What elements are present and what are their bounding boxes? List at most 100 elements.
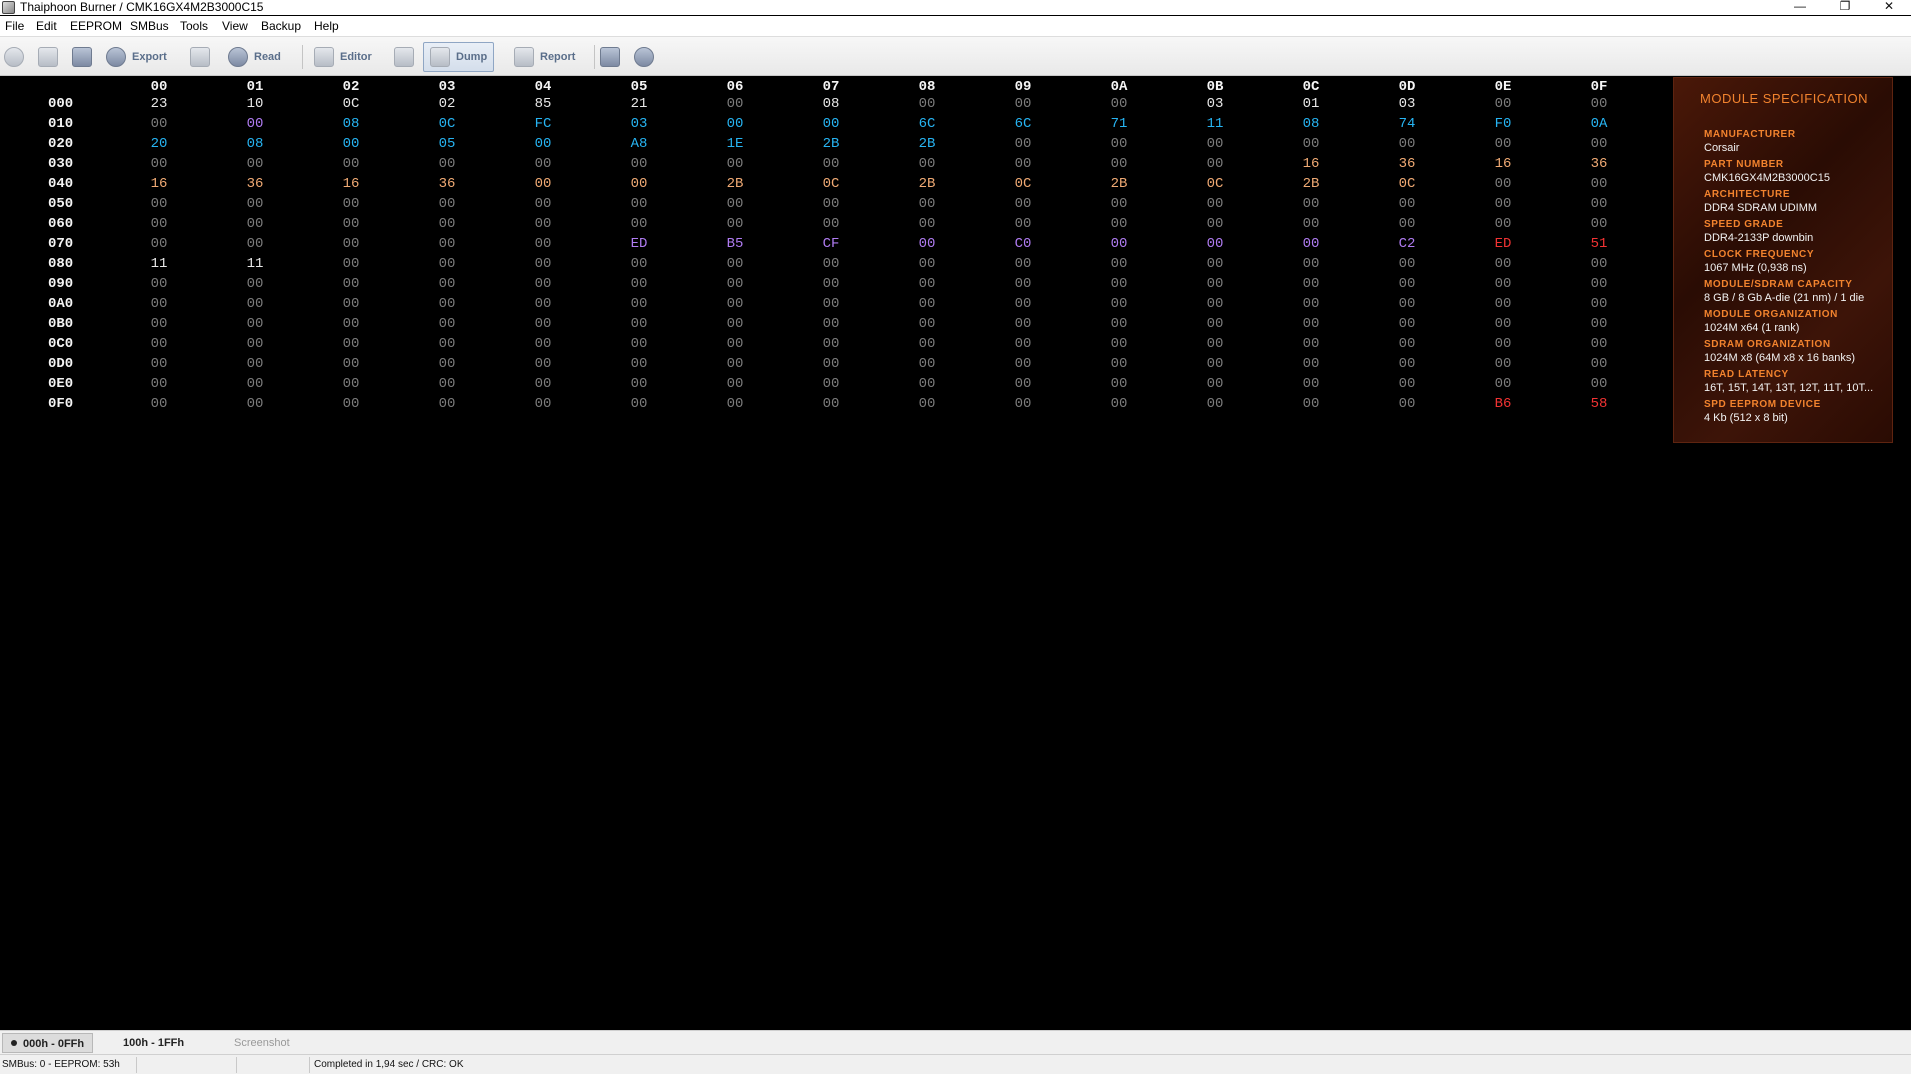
byte-cell[interactable]: 00 xyxy=(427,256,467,272)
byte-cell[interactable]: 00 xyxy=(1291,136,1331,152)
byte-cell[interactable]: 00 xyxy=(811,216,851,232)
byte-cell[interactable]: 00 xyxy=(1579,336,1619,352)
byte-cell[interactable]: 16 xyxy=(1483,156,1523,172)
byte-cell[interactable]: 00 xyxy=(331,196,371,212)
byte-cell[interactable]: 00 xyxy=(619,256,659,272)
byte-cell[interactable]: 00 xyxy=(235,236,275,252)
byte-cell[interactable]: 08 xyxy=(235,136,275,152)
byte-cell[interactable]: 00 xyxy=(715,376,755,392)
byte-cell[interactable]: 00 xyxy=(1291,196,1331,212)
byte-cell[interactable]: 00 xyxy=(907,376,947,392)
byte-cell[interactable]: 00 xyxy=(523,156,563,172)
byte-cell[interactable]: 00 xyxy=(523,196,563,212)
byte-cell[interactable]: 00 xyxy=(523,256,563,272)
byte-cell[interactable]: ED xyxy=(1483,236,1523,252)
lock-button[interactable] xyxy=(190,42,216,72)
byte-cell[interactable]: 00 xyxy=(1003,136,1043,152)
byte-cell[interactable]: 00 xyxy=(427,316,467,332)
menu-help[interactable]: Help xyxy=(314,19,339,33)
byte-cell[interactable]: 00 xyxy=(139,396,179,412)
byte-cell[interactable]: 00 xyxy=(1003,276,1043,292)
byte-cell[interactable]: 0C xyxy=(1003,176,1043,192)
byte-cell[interactable]: 00 xyxy=(619,316,659,332)
byte-cell[interactable]: 2B xyxy=(907,136,947,152)
export-button[interactable]: Export xyxy=(106,42,167,72)
byte-cell[interactable]: 00 xyxy=(811,196,851,212)
byte-cell[interactable]: 00 xyxy=(1483,176,1523,192)
byte-cell[interactable]: 00 xyxy=(427,356,467,372)
byte-cell[interactable]: 00 xyxy=(811,276,851,292)
byte-cell[interactable]: 00 xyxy=(715,216,755,232)
byte-cell[interactable]: 00 xyxy=(1099,296,1139,312)
byte-cell[interactable]: 10 xyxy=(235,96,275,112)
byte-cell[interactable]: F0 xyxy=(1483,116,1523,132)
byte-cell[interactable]: 00 xyxy=(811,356,851,372)
byte-cell[interactable]: 00 xyxy=(715,156,755,172)
byte-cell[interactable]: 00 xyxy=(139,196,179,212)
byte-cell[interactable]: 00 xyxy=(523,396,563,412)
byte-cell[interactable]: 00 xyxy=(1195,396,1235,412)
byte-cell[interactable]: 00 xyxy=(523,376,563,392)
byte-cell[interactable]: 03 xyxy=(619,116,659,132)
byte-cell[interactable]: 00 xyxy=(523,276,563,292)
byte-cell[interactable]: 36 xyxy=(235,176,275,192)
byte-cell[interactable]: 1E xyxy=(715,136,755,152)
byte-cell[interactable]: 00 xyxy=(1003,336,1043,352)
byte-cell[interactable]: 00 xyxy=(331,336,371,352)
byte-cell[interactable]: 00 xyxy=(1195,336,1235,352)
byte-cell[interactable]: 00 xyxy=(1099,336,1139,352)
byte-cell[interactable]: 00 xyxy=(1483,256,1523,272)
byte-cell[interactable]: 00 xyxy=(1579,196,1619,212)
byte-cell[interactable]: 08 xyxy=(1291,116,1331,132)
byte-cell[interactable]: 00 xyxy=(427,376,467,392)
byte-cell[interactable]: 00 xyxy=(811,376,851,392)
byte-cell[interactable]: 2B xyxy=(1291,176,1331,192)
tools-button[interactable] xyxy=(394,42,420,72)
byte-cell[interactable]: 00 xyxy=(331,256,371,272)
byte-cell[interactable]: 00 xyxy=(331,156,371,172)
menu-smbus[interactable]: SMBus xyxy=(130,19,169,33)
byte-cell[interactable]: 21 xyxy=(619,96,659,112)
byte-cell[interactable]: 00 xyxy=(1099,96,1139,112)
byte-cell[interactable]: 20 xyxy=(139,136,179,152)
byte-cell[interactable]: 85 xyxy=(523,96,563,112)
byte-cell[interactable]: 6C xyxy=(907,116,947,132)
byte-cell[interactable]: 00 xyxy=(619,196,659,212)
byte-cell[interactable]: 00 xyxy=(1195,256,1235,272)
byte-cell[interactable]: 00 xyxy=(1291,296,1331,312)
byte-cell[interactable]: 00 xyxy=(1291,356,1331,372)
byte-cell[interactable]: 0A xyxy=(1579,116,1619,132)
byte-cell[interactable]: 00 xyxy=(1387,276,1427,292)
byte-cell[interactable]: 00 xyxy=(907,336,947,352)
byte-cell[interactable]: 00 xyxy=(1387,336,1427,352)
byte-cell[interactable]: 00 xyxy=(523,176,563,192)
byte-cell[interactable]: 00 xyxy=(715,336,755,352)
byte-cell[interactable]: 00 xyxy=(139,156,179,172)
byte-cell[interactable]: 00 xyxy=(715,316,755,332)
byte-cell[interactable]: 00 xyxy=(1003,196,1043,212)
byte-cell[interactable]: B6 xyxy=(1483,396,1523,412)
byte-cell[interactable]: 00 xyxy=(715,96,755,112)
byte-cell[interactable]: 00 xyxy=(235,116,275,132)
byte-cell[interactable]: 2B xyxy=(907,176,947,192)
byte-cell[interactable]: 00 xyxy=(1387,256,1427,272)
byte-cell[interactable]: 00 xyxy=(1195,376,1235,392)
byte-cell[interactable]: C2 xyxy=(1387,236,1427,252)
byte-cell[interactable]: 00 xyxy=(1291,336,1331,352)
byte-cell[interactable]: 16 xyxy=(1291,156,1331,172)
byte-cell[interactable]: 00 xyxy=(331,216,371,232)
byte-cell[interactable]: 00 xyxy=(811,296,851,312)
byte-cell[interactable]: 00 xyxy=(1003,396,1043,412)
byte-cell[interactable]: 00 xyxy=(331,296,371,312)
byte-cell[interactable]: 00 xyxy=(235,296,275,312)
byte-cell[interactable]: 00 xyxy=(619,376,659,392)
byte-cell[interactable]: 6C xyxy=(1003,116,1043,132)
byte-cell[interactable]: 74 xyxy=(1387,116,1427,132)
byte-cell[interactable]: 00 xyxy=(139,316,179,332)
byte-cell[interactable]: 01 xyxy=(1291,96,1331,112)
byte-cell[interactable]: 00 xyxy=(907,396,947,412)
byte-cell[interactable]: 00 xyxy=(811,396,851,412)
byte-cell[interactable]: 00 xyxy=(1099,376,1139,392)
byte-cell[interactable]: 0C xyxy=(427,116,467,132)
byte-cell[interactable]: 00 xyxy=(1483,136,1523,152)
